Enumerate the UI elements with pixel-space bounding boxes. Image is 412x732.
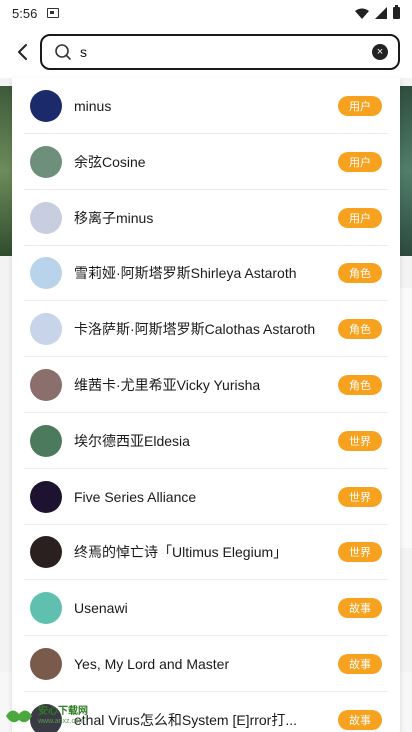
avatar	[30, 480, 62, 513]
result-name: 维茜卡·尤里希亚Vicky Yurisha	[74, 377, 261, 393]
type-badge: 世界	[338, 486, 382, 507]
result-row[interactable]: minus 用户	[12, 78, 400, 134]
search-input[interactable]	[80, 36, 372, 68]
result-row[interactable]: Usenawi 故事	[12, 580, 400, 637]
search-results-list: minus 用户 余弦Cosine 用户 移离子minus 用户 雪莉娅·阿斯塔罗斯Shir…	[12, 78, 400, 732]
avatar	[30, 145, 62, 178]
background-card	[398, 288, 412, 548]
notification-icon	[47, 8, 60, 18]
type-badge: 故事	[338, 709, 382, 730]
watermark-logo-icon	[6, 710, 32, 723]
avatar	[30, 90, 62, 122]
search-box[interactable]: ×	[40, 34, 400, 70]
type-badge: 用户	[338, 151, 382, 172]
background-art-right	[398, 86, 412, 256]
result-name: Yes, My Lord and Master	[74, 656, 230, 672]
chevron-left-icon	[18, 44, 27, 60]
type-badge: 用户	[338, 96, 382, 116]
result-name: 埃尔德西亚Eldesia	[74, 432, 190, 449]
avatar	[30, 648, 62, 680]
result-name: 卡洛萨斯·阿斯塔罗斯Calothas Astaroth	[74, 321, 316, 338]
type-badge: 故事	[338, 654, 382, 674]
result-row[interactable]: 埃尔德西亚Eldesia 世界	[12, 413, 400, 469]
type-badge: 世界	[338, 542, 382, 563]
result-name: ethal Virus怎么和System [E]rror打...	[74, 711, 298, 728]
result-name: 余弦Cosine	[74, 153, 146, 170]
search-icon	[55, 44, 71, 60]
battery-icon	[393, 5, 400, 19]
result-row[interactable]: 终焉的悼亡诗「Ultimus Elegium」 世界	[12, 524, 400, 581]
avatar	[30, 313, 62, 346]
clear-search-icon[interactable]: ×	[372, 44, 388, 60]
type-badge: 角色	[338, 375, 382, 395]
result-row[interactable]: 余弦Cosine 用户	[12, 134, 400, 190]
result-row[interactable]: 维茜卡·尤里希亚Vicky Yurisha 角色	[12, 357, 400, 413]
result-name: Five Series Alliance	[74, 488, 197, 505]
type-badge: 角色	[338, 319, 382, 340]
avatar	[30, 369, 62, 401]
avatar	[30, 424, 62, 457]
type-badge: 世界	[338, 430, 382, 451]
status-time: 5:56	[12, 5, 38, 21]
result-name: 移离子minus	[74, 209, 154, 226]
avatar	[30, 592, 62, 625]
result-row[interactable]: 雪莉娅·阿斯塔罗斯Shirleya Astaroth 角色	[12, 245, 400, 302]
wifi-icon	[355, 8, 369, 19]
watermark-text-block: 安心下载网 www.anxz.com	[38, 706, 88, 726]
result-name: 雪莉娅·阿斯塔罗斯Shirleya Astaroth	[74, 265, 297, 282]
status-icons	[355, 5, 400, 19]
result-name: minus	[74, 98, 112, 114]
watermark-title: 安心下载网	[38, 706, 88, 717]
avatar	[30, 536, 62, 569]
watermark: 安心下载网 www.anxz.com	[4, 704, 88, 728]
type-badge: 用户	[338, 207, 382, 228]
search-header: ×	[0, 26, 412, 78]
result-name: 终焉的悼亡诗「Ultimus Elegium」	[74, 544, 288, 561]
result-row[interactable]: Yes, My Lord and Master 故事	[12, 636, 400, 692]
avatar	[30, 257, 62, 290]
watermark-subtitle: www.anxz.com	[38, 718, 85, 725]
result-name: Usenawi	[74, 600, 128, 617]
result-row[interactable]: Five Series Alliance 世界	[12, 469, 400, 525]
type-badge: 故事	[338, 598, 382, 619]
status-bar: 5:56	[0, 0, 412, 26]
result-row[interactable]: 卡洛萨斯·阿斯塔罗斯Calothas Astaroth 角色	[12, 301, 400, 358]
avatar	[30, 201, 62, 234]
signal-icon	[375, 7, 387, 19]
back-button[interactable]	[8, 38, 36, 66]
type-badge: 角色	[338, 263, 382, 284]
result-row[interactable]: 移离子minus 用户	[12, 190, 400, 246]
